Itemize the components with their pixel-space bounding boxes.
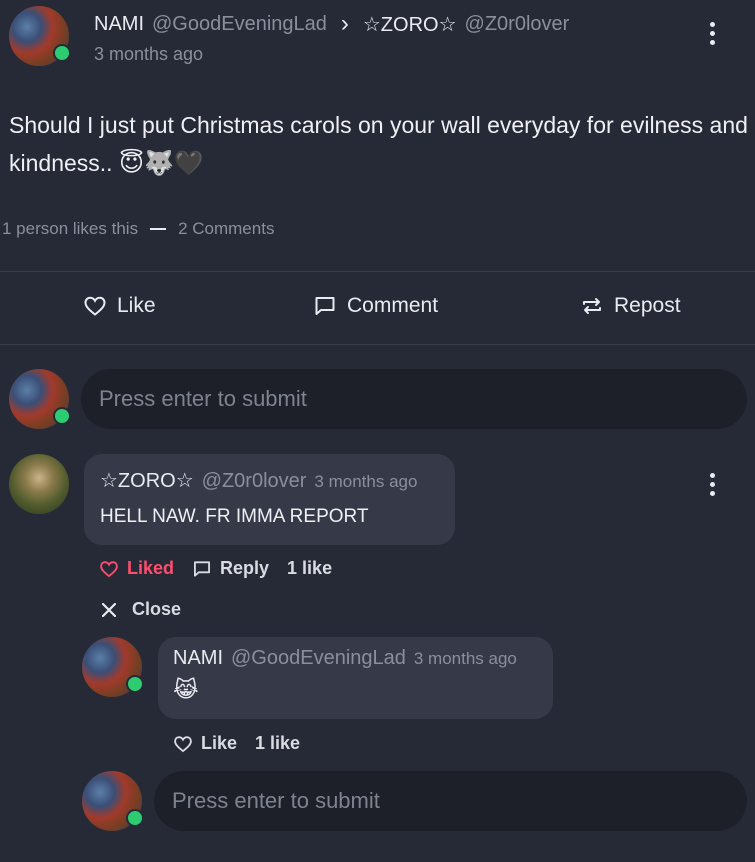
target-handle[interactable]: @Z0r0lover [465,13,570,36]
author-avatar[interactable] [9,6,71,66]
comment-label: Comment [347,294,439,317]
target-name[interactable]: ☆ZORO☆ [363,12,457,37]
composer-avatar [9,369,71,429]
comment-bubble: ☆ZORO☆ @Z0r0lover 3 months ago HELL NAW.… [84,454,455,545]
reply-author-name[interactable]: NAMI [173,647,223,670]
reply-author-avatar[interactable] [82,637,144,697]
comment-reply-label: Reply [220,558,270,578]
close-label: Close [132,599,182,619]
heart-icon [84,296,106,316]
chevron-right-icon: › [340,10,349,37]
reply-header: NAMI @GoodEveningLad 3 months ago [173,647,517,670]
comment-text: HELL NAW. FR IMMA REPORT [100,506,369,527]
close-replies-button[interactable]: Close [102,599,181,620]
divider-bottom [0,344,755,345]
post-time: 3 months ago [94,44,204,64]
comment-icon [194,560,211,577]
likes-count[interactable]: 1 person likes this [2,219,138,239]
repost-button[interactable]: Repost [580,294,681,318]
divider-top [0,271,755,272]
reply-text: 😹 [173,677,199,702]
author-name[interactable]: NAMI [94,13,144,36]
heart-icon [100,560,118,577]
comment-input-placeholder: Press enter to submit [99,386,307,411]
comment-like-count[interactable]: 1 like [287,558,332,579]
comment-input[interactable]: Press enter to submit [81,369,747,429]
reply-input[interactable]: Press enter to submit [154,771,747,831]
online-status-dot [53,407,71,425]
reply-time: 3 months ago [413,649,517,668]
reply-actions: Like 1 like [173,733,300,754]
comment-header: ☆ZORO☆ @Z0r0lover 3 months ago [100,468,417,493]
reply-bubble: NAMI @GoodEveningLad 3 months ago 😹 [158,637,553,719]
comment-reply-button[interactable]: Reply [192,558,269,579]
comment-liked-label: Liked [127,558,175,578]
comment-author-handle[interactable]: @Z0r0lover [202,470,307,493]
reply-composer-avatar [82,771,144,831]
post-text: Should I just put Christmas carols on yo… [9,106,749,183]
post-emojis: 😇🐺🖤 [118,150,204,177]
repost-label: Repost [614,294,681,317]
comment-liked-button[interactable]: Liked [99,558,174,579]
online-status-dot [53,44,71,62]
author-handle[interactable]: @GoodEveningLad [152,13,327,36]
comment-button[interactable]: Comment [313,294,438,318]
post-more-options-icon[interactable] [710,22,715,45]
comment-icon [315,297,335,315]
commenter-avatar[interactable] [9,454,69,514]
reply-like-button[interactable]: Like [173,733,237,754]
post-header: NAMI @GoodEveningLad › ☆ZORO☆ @Z0r0lover [94,10,569,38]
comment-more-options-icon[interactable] [710,473,715,496]
comment-author-name[interactable]: ☆ZORO☆ [100,468,194,493]
reply-like-label: Like [201,733,238,753]
reply-input-placeholder: Press enter to submit [172,788,380,813]
reply-like-count[interactable]: 1 like [255,733,300,754]
comments-count[interactable]: 2 Comments [178,219,274,239]
reply-author-handle[interactable]: @GoodEveningLad [231,647,406,670]
comment-time: 3 months ago [314,472,418,491]
heart-icon [174,735,192,752]
post-stats: 1 person likes this 2 Comments [2,219,274,239]
online-status-dot [126,675,144,693]
like-label: Like [117,294,156,317]
repost-icon [583,298,601,314]
like-button[interactable]: Like [83,294,156,318]
close-icon [102,602,116,617]
stats-separator [150,228,167,230]
online-status-dot [126,809,144,827]
comment-actions: Liked Reply 1 like [99,558,332,579]
